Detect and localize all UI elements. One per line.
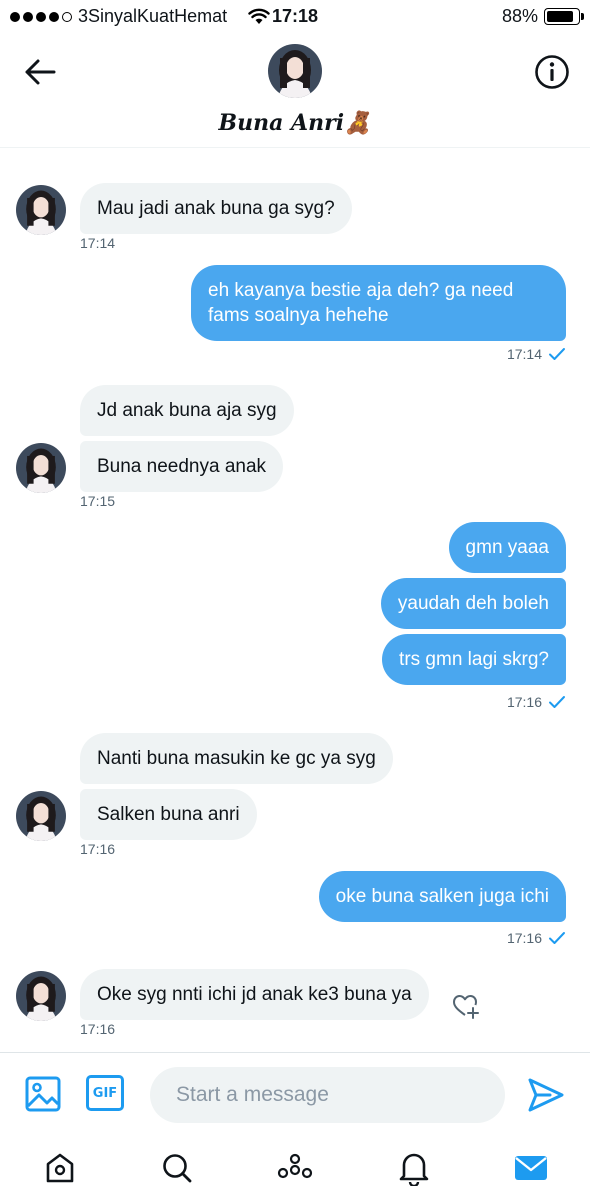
- status-bar: 3SinyalKuatHemat 17:18 88%: [0, 0, 590, 36]
- conversation-header: Buna Anri🧸: [0, 36, 590, 148]
- contact-name[interactable]: Buna Anri🧸: [0, 110, 590, 136]
- contact-avatar[interactable]: [268, 44, 322, 98]
- message-meta: 17:16: [507, 930, 566, 946]
- signal-strength-icon: [10, 11, 72, 22]
- message-meta: 17:16: [507, 694, 566, 710]
- message-bubble-outgoing[interactable]: gmn yaaa: [448, 522, 566, 573]
- message-bubble-incoming[interactable]: Mau jadi anak buna ga syg?: [80, 183, 352, 234]
- message-timestamp: 17:14: [506, 346, 542, 362]
- message-meta: 17:14: [507, 346, 566, 362]
- send-icon[interactable]: [526, 1075, 566, 1115]
- message-bubble-outgoing[interactable]: oke buna salken juga ichi: [318, 871, 566, 922]
- carrier-name: 3SinyalKuatHemat: [78, 6, 228, 26]
- notifications-icon: [399, 1153, 429, 1186]
- status-left: 3SinyalKuatHemat: [10, 6, 227, 27]
- heart-plus-icon[interactable]: [452, 993, 480, 1019]
- search-icon: [163, 1154, 192, 1183]
- message-timestamp: 17:16: [506, 930, 542, 946]
- status-right: 88%: [501, 6, 584, 27]
- tab-spaces[interactable]: [275, 1148, 315, 1188]
- tab-home[interactable]: [40, 1148, 80, 1188]
- sender-avatar[interactable]: [16, 185, 66, 235]
- bottom-tab-bar: [0, 1136, 590, 1200]
- sender-avatar[interactable]: [16, 971, 66, 1021]
- spaces-icon: [277, 1153, 313, 1179]
- image-icon[interactable]: [24, 1075, 62, 1113]
- back-button[interactable]: [22, 54, 58, 90]
- info-icon: [535, 55, 569, 89]
- message-timestamp: 17:14: [80, 235, 116, 251]
- message-bubble-outgoing[interactable]: trs gmn lagi skrg?: [382, 634, 566, 685]
- battery-percent: 88%: [501, 6, 538, 26]
- message-timestamp: 17:16: [506, 694, 542, 710]
- avatar-image: [268, 44, 322, 98]
- message-bubble-incoming[interactable]: Oke syg nnti ichi jd anak ke3 buna ya: [80, 969, 429, 1020]
- battery-icon: [544, 8, 584, 25]
- avatar-image: [16, 971, 66, 1021]
- gif-button[interactable]: GIF: [86, 1075, 124, 1111]
- tab-notifications[interactable]: [394, 1148, 434, 1188]
- check-icon: [549, 696, 565, 708]
- message-timestamp: 17:15: [80, 493, 116, 509]
- message-timestamp: 17:16: [80, 841, 116, 857]
- message-bubble-incoming[interactable]: Salken buna anri: [80, 789, 257, 840]
- avatar-image: [16, 791, 66, 841]
- home-icon: [46, 1153, 74, 1183]
- sender-avatar[interactable]: [16, 791, 66, 841]
- message-bubble-outgoing[interactable]: eh kayanya bestie aja deh? ga need fams …: [191, 265, 566, 341]
- message-bubble-incoming[interactable]: Nanti buna masukin ke gc ya syg: [80, 733, 393, 784]
- message-bubble-incoming[interactable]: Jd anak buna aja syg: [80, 385, 294, 436]
- message-bubble-incoming[interactable]: Buna neednya anak: [80, 441, 284, 492]
- tab-messages[interactable]: [511, 1148, 551, 1188]
- sender-avatar[interactable]: [16, 443, 66, 493]
- message-input[interactable]: [150, 1067, 505, 1123]
- arrow-left-icon: [25, 59, 56, 85]
- messages-icon: [515, 1156, 547, 1180]
- check-icon: [549, 348, 565, 360]
- info-button[interactable]: [534, 54, 570, 90]
- message-bubble-outgoing[interactable]: yaudah deh boleh: [380, 578, 566, 629]
- tab-search[interactable]: [157, 1148, 197, 1188]
- message-timestamp: 17:16: [80, 1021, 116, 1037]
- check-icon: [549, 932, 565, 944]
- avatar-image: [16, 443, 66, 493]
- message-composer: GIF: [0, 1052, 590, 1136]
- wifi-icon: [248, 8, 270, 24]
- avatar-image: [16, 185, 66, 235]
